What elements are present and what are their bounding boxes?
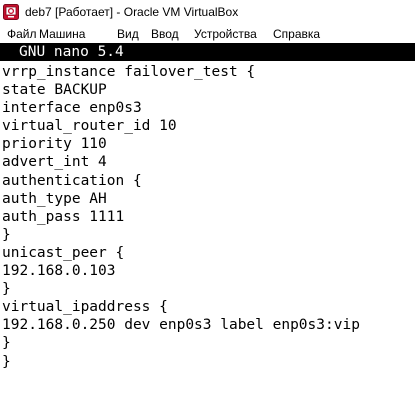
editor-line: interface enp0s3 xyxy=(2,100,142,117)
editor-line: } xyxy=(2,335,11,352)
menu-item-input[interactable]: Ввод xyxy=(151,26,179,42)
window-title: deb7 [Работает] - Oracle VM VirtualBox xyxy=(25,5,239,19)
virtualbox-window: deb7 [Работает] - Oracle VM VirtualBox Ф… xyxy=(0,0,415,413)
editor-line: 192.168.0.103 xyxy=(2,263,116,280)
editor-line: virtual_router_id 10 xyxy=(2,118,177,135)
editor-line: } xyxy=(2,281,11,298)
editor-line: } xyxy=(2,353,11,370)
editor-line: vrrp_instance failover_test { xyxy=(2,64,256,80)
menu-item-file[interactable]: Файл xyxy=(7,26,37,42)
menu-item-view[interactable]: Вид xyxy=(117,26,139,42)
menu-item-devices[interactable]: Устройства xyxy=(194,26,257,42)
nano-editor-buffer[interactable]: vrrp_instance failover_test { state BACK… xyxy=(2,63,360,371)
editor-line: 192.168.0.250 dev enp0s3 label enp0s3:vi… xyxy=(2,317,360,334)
title-bar[interactable]: deb7 [Работает] - Oracle VM VirtualBox xyxy=(0,0,415,24)
editor-line: priority 110 xyxy=(2,136,107,153)
editor-line: auth_pass 1111 xyxy=(2,208,125,225)
editor-line: authentication { xyxy=(2,172,142,189)
menu-bar: Файл Машина Вид Ввод Устройства Справка xyxy=(0,24,415,43)
editor-line: auth_type AH xyxy=(2,190,107,207)
vm-display[interactable]: GNU nano 5.4 vrrp_instance failover_test… xyxy=(0,43,415,413)
editor-line: state BACKUP xyxy=(2,82,107,99)
editor-line: unicast_peer { xyxy=(2,244,125,261)
editor-line: virtual_ipaddress { xyxy=(2,299,168,316)
editor-line: } xyxy=(2,226,11,243)
menu-item-machine[interactable]: Машина xyxy=(39,26,85,42)
nano-title-bar: GNU nano 5.4 xyxy=(0,43,415,61)
editor-line: advert_int 4 xyxy=(2,154,107,171)
virtualbox-vm-icon xyxy=(3,4,19,20)
menu-item-help[interactable]: Справка xyxy=(273,26,320,42)
nano-version-label: GNU nano 5.4 xyxy=(19,44,124,60)
